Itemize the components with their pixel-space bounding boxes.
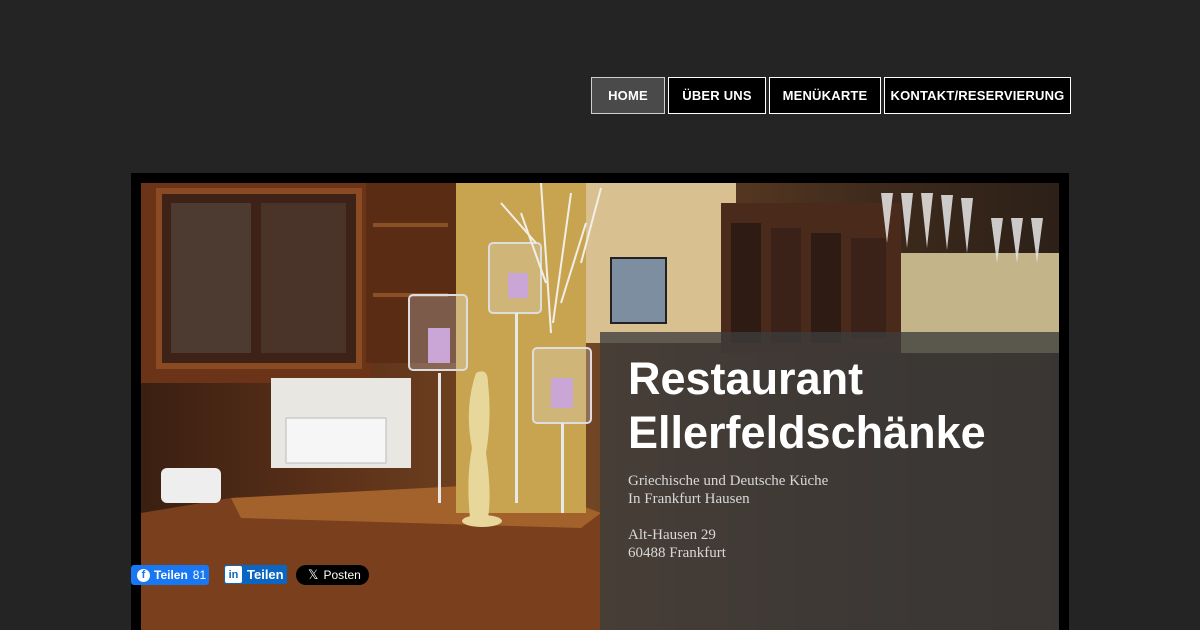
linkedin-share-label: Teilen — [247, 567, 284, 582]
x-icon: 𝕏 — [308, 567, 319, 582]
x-post-button[interactable]: 𝕏 Posten — [296, 565, 369, 585]
restaurant-interior-photo: Restaurant Ellerfeldschänke Griechische … — [141, 183, 1059, 630]
address-city: 60488 Frankfurt — [628, 545, 726, 561]
restaurant-title: Restaurant Ellerfeldschänke — [628, 352, 1058, 460]
facebook-share-count: 81 — [192, 568, 207, 582]
address-street: Alt-Hausen 29 — [628, 527, 716, 543]
nav-home[interactable]: HOME — [591, 77, 665, 114]
linkedin-icon: in — [225, 566, 242, 583]
hero-frame: Restaurant Ellerfeldschänke Griechische … — [131, 173, 1069, 630]
facebook-share-button[interactable]: f Teilen 81 — [131, 565, 209, 585]
nav-kontakt-reservierung[interactable]: KONTAKT/RESERVIERUNG — [884, 77, 1071, 114]
cuisine-text: Griechische und Deutsche Küche — [628, 473, 829, 489]
linkedin-share-button[interactable]: in Teilen — [224, 565, 287, 584]
nav-ueber-uns[interactable]: ÜBER UNS — [668, 77, 766, 114]
x-post-label: Posten — [323, 568, 361, 582]
title-line-1: Restaurant — [628, 353, 864, 404]
nav-menuekarte[interactable]: MENÜKARTE — [769, 77, 881, 114]
facebook-share-label: Teilen — [154, 568, 188, 582]
hero-info-panel: Restaurant Ellerfeldschänke Griechische … — [600, 332, 1059, 630]
facebook-icon: f — [137, 568, 150, 582]
location-text: In Frankfurt Hausen — [628, 491, 750, 507]
title-line-2: Ellerfeldschänke — [628, 407, 986, 458]
main-navigation: HOME ÜBER UNS MENÜKARTE KONTAKT/RESERVIE… — [591, 77, 1071, 114]
